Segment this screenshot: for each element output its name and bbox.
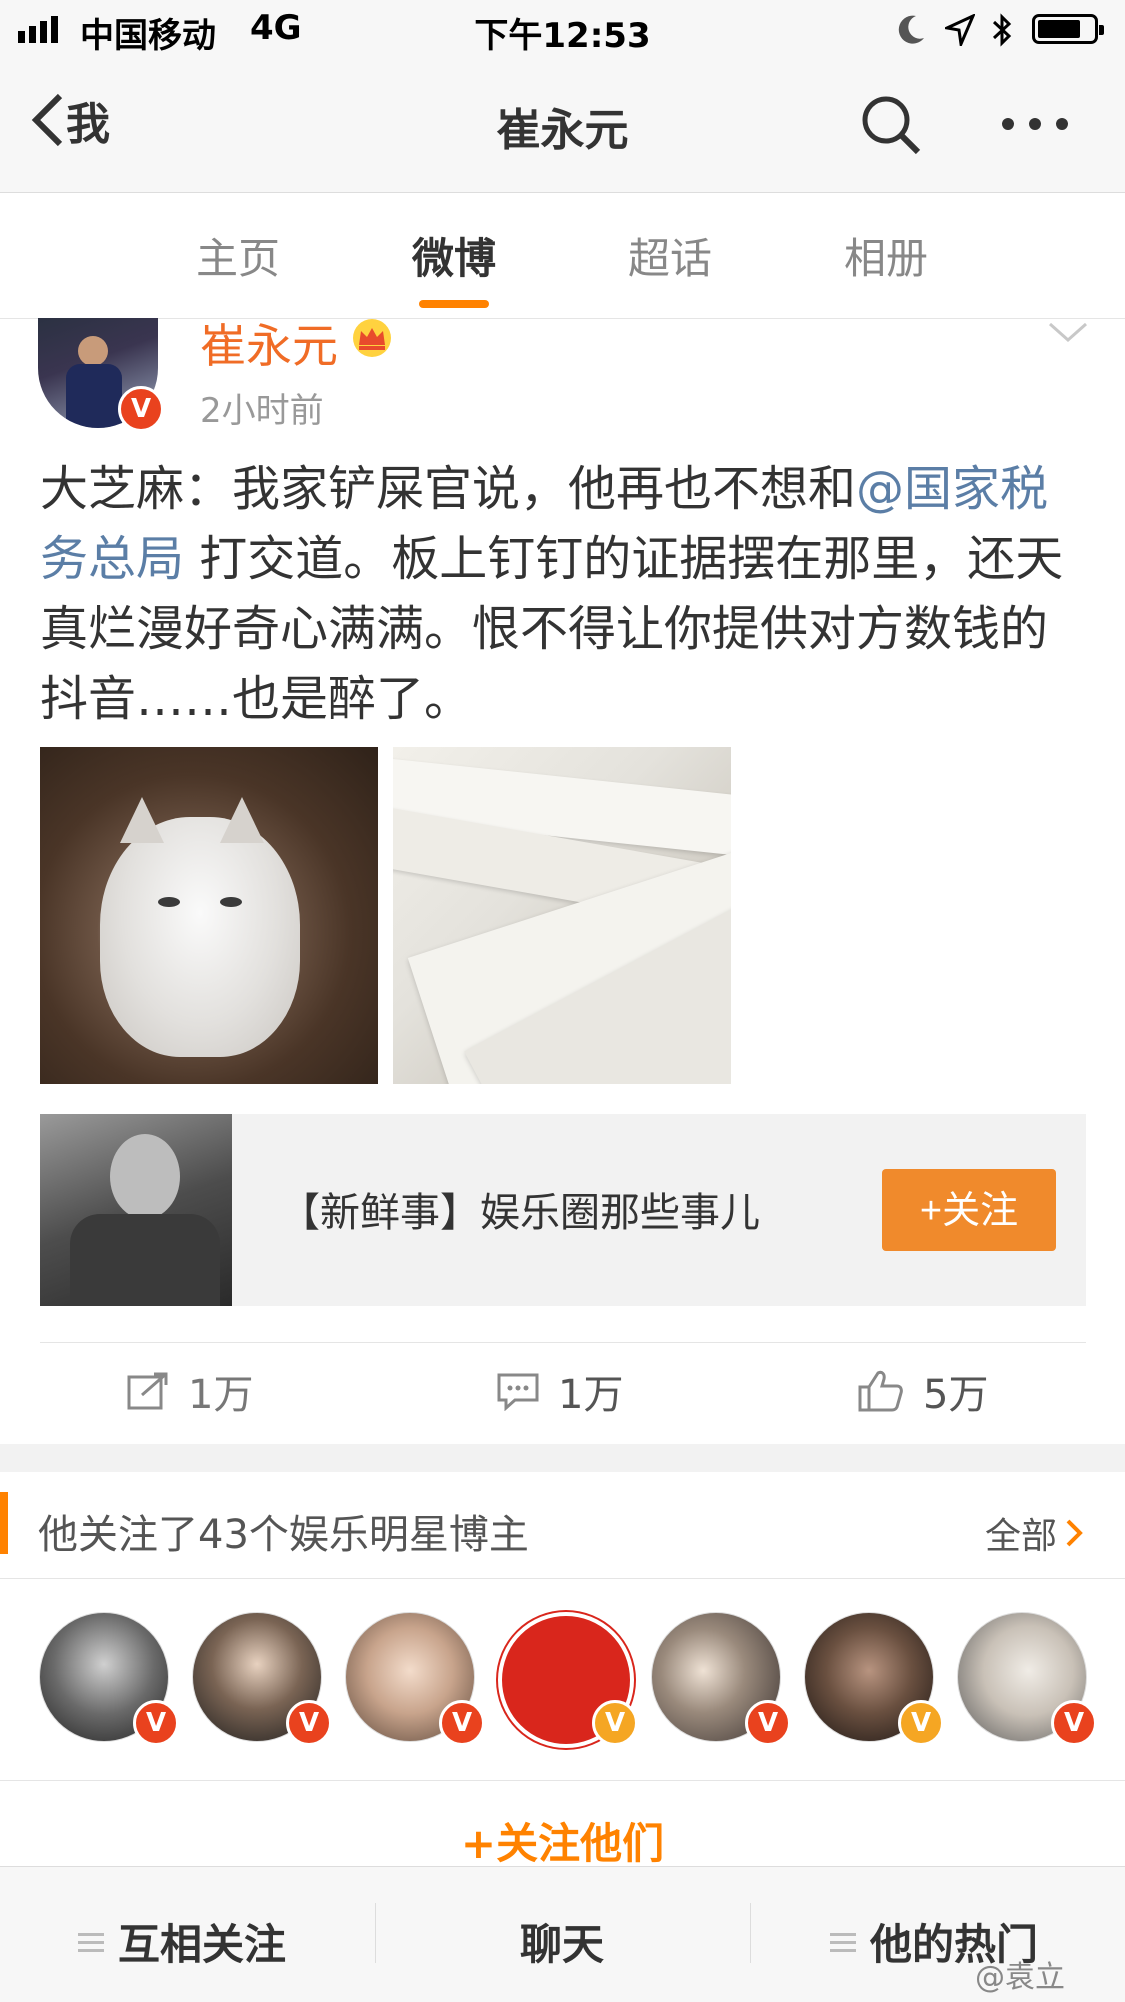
verified-badge: V <box>286 1700 332 1746</box>
battery-icon <box>1032 14 1104 44</box>
tab-album[interactable]: 相册 <box>786 225 986 286</box>
tab-weibo[interactable]: 微博 <box>354 225 554 286</box>
separator <box>750 1903 751 1963</box>
divider <box>40 1342 1086 1343</box>
thumbs-up-icon <box>858 1370 903 1412</box>
separator <box>375 1903 376 1963</box>
menu-icon <box>830 1932 856 1952</box>
like-button[interactable]: 5万 <box>857 1362 988 1420</box>
verified-badge: V <box>1051 1700 1097 1746</box>
post-text: 大芝麻：我家铲屎官说，他再也不想和@国家税务总局 打交道。板上钉钉的证据摆在那里… <box>40 454 1090 734</box>
menu-icon <box>78 1932 104 1952</box>
comment-count: 1万 <box>558 1372 624 1418</box>
verified-badge: V <box>439 1700 485 1746</box>
post-image-documents[interactable] <box>393 747 731 1084</box>
more-icon[interactable] <box>1000 116 1070 132</box>
active-tab-indicator <box>419 300 489 308</box>
section-accent-bar <box>0 1492 8 1554</box>
chevron-down-icon[interactable] <box>1048 320 1088 344</box>
mutual-follow-label: 互相关注 <box>118 1920 287 1969</box>
section-separator <box>0 1444 1125 1472</box>
follow-topic-button[interactable]: +关注 <box>882 1169 1056 1251</box>
watermark: @袁立 <box>975 1960 1065 1995</box>
view-all-label: 全部 <box>985 1516 1058 1557</box>
crown-icon <box>353 319 391 357</box>
follow-them-button[interactable]: +关注他们 <box>0 1810 1125 1871</box>
topic-card-title: 【新鲜事】娱乐圈那些事儿 <box>280 1190 760 1236</box>
divider <box>0 1578 1125 1579</box>
tab-super-topic[interactable]: 超话 <box>570 225 770 286</box>
divider <box>0 1780 1125 1781</box>
repost-button[interactable]: 1万 <box>126 1362 253 1420</box>
profile-tabs: 主页 微博 超话 相册 <box>0 193 1125 319</box>
post-time: 2小时前 <box>200 391 324 431</box>
location-arrow-icon <box>945 14 975 46</box>
chevron-right-icon <box>1066 1519 1083 1547</box>
post-text-part1: 大芝麻：我家铲屎官说，他再也不想和 <box>40 461 857 517</box>
tab-home[interactable]: 主页 <box>138 225 338 286</box>
mutual-follow-button[interactable]: 互相关注 <box>78 1911 286 1972</box>
post-text-part2: 打交道。板上钉钉的证据摆在那里，还天真烂漫好奇心满满。恨不得让你提供对方数钱的抖… <box>40 531 1064 727</box>
topic-card-thumbnail <box>40 1114 232 1306</box>
nav-bar: 我 崔永元 <box>0 60 1125 193</box>
comment-icon <box>497 1373 539 1411</box>
verified-badge: V <box>133 1700 179 1746</box>
verified-badge: V <box>118 386 164 432</box>
bottom-toolbar: 互相关注 聊天 他的热门 <box>0 1866 1125 2002</box>
chat-button[interactable]: 聊天 <box>520 1911 604 1972</box>
status-bar: 中国移动 4G 下午12:53 <box>0 0 1125 60</box>
author-name[interactable]: 崔永元 <box>200 310 338 376</box>
search-icon[interactable] <box>860 94 922 156</box>
chat-label: 聊天 <box>520 1920 605 1969</box>
verified-badge: V <box>592 1700 638 1746</box>
post-image-cat[interactable] <box>40 747 378 1084</box>
view-all-link[interactable]: 全部 <box>985 1507 1083 1559</box>
verified-badge: V <box>745 1700 791 1746</box>
comment-button[interactable]: 1万 <box>496 1362 623 1420</box>
like-count: 5万 <box>923 1372 989 1418</box>
repost-icon <box>127 1372 168 1410</box>
verified-badge: V <box>898 1700 944 1746</box>
followed-avatars: V V V V V V V <box>0 1612 1125 1748</box>
repost-count: 1万 <box>188 1372 254 1418</box>
following-title: 他关注了43个娱乐明星博主 <box>38 1512 529 1558</box>
bluetooth-icon <box>992 13 1012 47</box>
moon-icon <box>898 15 924 44</box>
page-title: 崔永元 <box>496 105 629 156</box>
topic-card[interactable]: 【新鲜事】娱乐圈那些事儿 +关注 <box>40 1114 1086 1306</box>
